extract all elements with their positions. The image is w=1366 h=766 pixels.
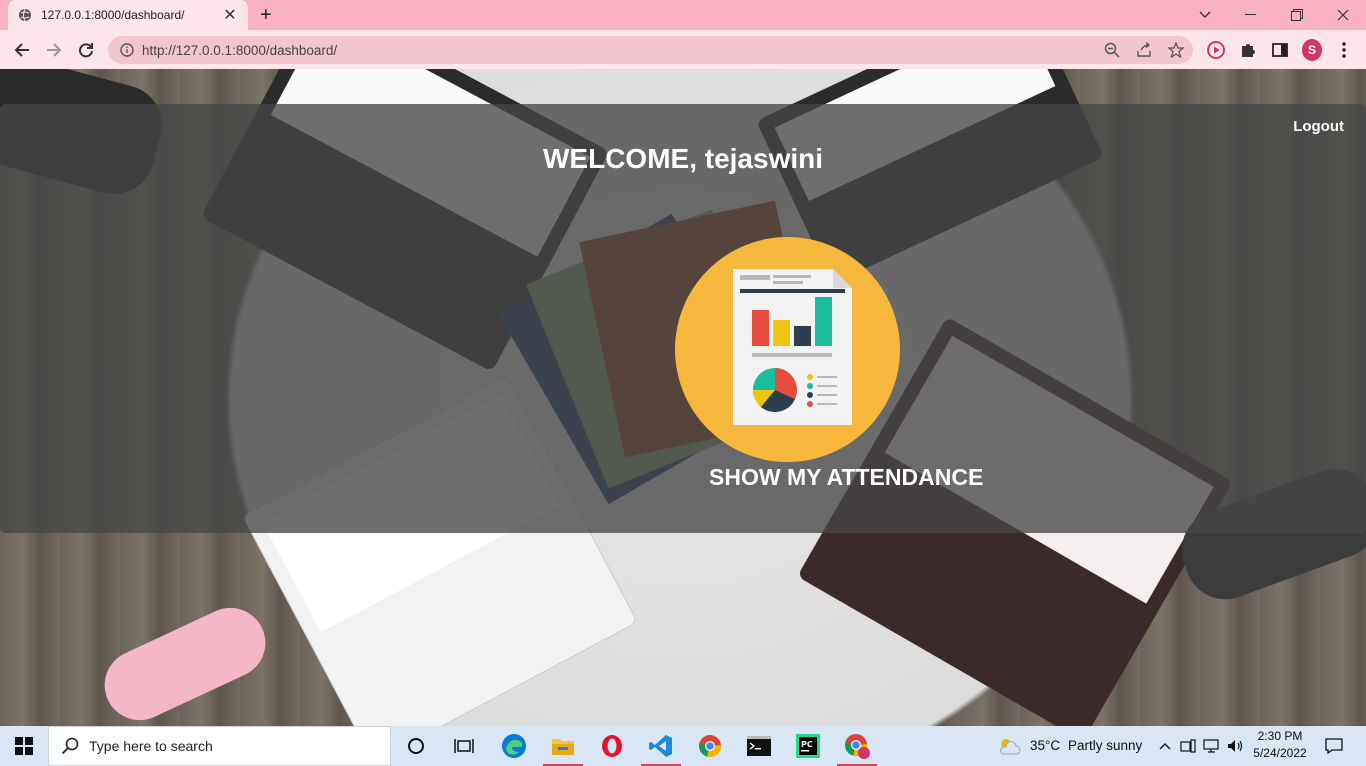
- taskbar-search-box[interactable]: Type here to search: [48, 726, 391, 766]
- clock-time: 2:30 PM: [1257, 729, 1303, 743]
- file-explorer-icon[interactable]: [539, 726, 587, 766]
- media-extension-icon[interactable]: [1206, 40, 1226, 60]
- show-attendance-link[interactable]: SHOW MY ATTENDANCE: [709, 464, 983, 491]
- weather-partly-sunny-icon[interactable]: [992, 726, 1026, 766]
- chrome-profile-icon[interactable]: [833, 726, 881, 766]
- network-icon[interactable]: [1200, 726, 1224, 766]
- logout-link[interactable]: Logout: [1293, 118, 1344, 135]
- dashboard-page: Logout WELCOME, tejaswini SHOW MY ATTEND…: [0, 69, 1366, 726]
- clock-date: 5/24/2022: [1253, 746, 1307, 760]
- share-icon[interactable]: [1134, 40, 1154, 60]
- edge-browser-icon[interactable]: [490, 726, 538, 766]
- taskbar-clock[interactable]: 2:30 PM 5/24/2022: [1250, 728, 1310, 762]
- globe-icon: [19, 8, 31, 22]
- browser-tab[interactable]: 127.0.0.1:8000/dashboard/ ✕: [8, 0, 248, 30]
- weather-description[interactable]: Partly sunny: [1068, 738, 1142, 753]
- terminal-icon[interactable]: [735, 726, 783, 766]
- address-bar[interactable]: http://127.0.0.1:8000/dashboard/: [108, 36, 1193, 64]
- tab-title: 127.0.0.1:8000/dashboard/: [41, 8, 185, 22]
- opera-browser-icon[interactable]: [588, 726, 636, 766]
- search-placeholder: Type here to search: [89, 738, 213, 754]
- tab-strip: 127.0.0.1:8000/dashboard/ ✕ +: [0, 0, 1366, 30]
- site-info-icon[interactable]: [120, 43, 134, 57]
- task-view-icon[interactable]: [440, 726, 488, 766]
- restore-icon[interactable]: [1274, 0, 1320, 30]
- show-hidden-icons-icon[interactable]: [1154, 726, 1176, 766]
- back-icon[interactable]: [10, 38, 34, 62]
- side-panel-icon[interactable]: [1270, 40, 1290, 60]
- weather-temp[interactable]: 35°C: [1030, 738, 1060, 753]
- windows-taskbar: Type here to search PC 35°C Partly sunny: [0, 726, 1366, 766]
- background-arm: [93, 596, 277, 726]
- device-tray-icon[interactable]: [1176, 726, 1200, 766]
- close-tab-icon[interactable]: ✕: [222, 5, 238, 25]
- report-document-icon: [733, 269, 852, 425]
- volume-icon[interactable]: [1224, 726, 1248, 766]
- menu-kebab-icon[interactable]: [1334, 40, 1354, 60]
- welcome-heading: WELCOME, tejaswini: [542, 143, 824, 174]
- windows-start-icon[interactable]: [0, 726, 48, 766]
- vscode-icon[interactable]: [637, 726, 685, 766]
- extensions-puzzle-icon[interactable]: [1238, 40, 1258, 60]
- url-text: http://127.0.0.1:8000/dashboard/: [142, 42, 338, 58]
- tab-search-icon[interactable]: [1182, 0, 1228, 30]
- svg-text:PC: PC: [801, 740, 813, 749]
- forward-icon[interactable]: [42, 38, 66, 62]
- profile-initial: S: [1302, 39, 1322, 61]
- close-window-icon[interactable]: [1320, 0, 1366, 30]
- reload-icon[interactable]: [74, 38, 98, 62]
- notification-center-icon[interactable]: [1312, 726, 1356, 766]
- profile-avatar[interactable]: S: [1302, 39, 1322, 61]
- attendance-report-icon[interactable]: [675, 237, 900, 462]
- minimize-icon[interactable]: [1228, 0, 1274, 30]
- pycharm-icon[interactable]: PC: [784, 726, 832, 766]
- new-tab-icon[interactable]: +: [260, 4, 272, 27]
- zoom-icon[interactable]: [1102, 40, 1122, 60]
- bookmark-star-icon[interactable]: [1166, 40, 1186, 60]
- search-icon: [61, 737, 79, 755]
- chrome-icon[interactable]: [686, 726, 734, 766]
- cortana-icon[interactable]: [392, 726, 440, 766]
